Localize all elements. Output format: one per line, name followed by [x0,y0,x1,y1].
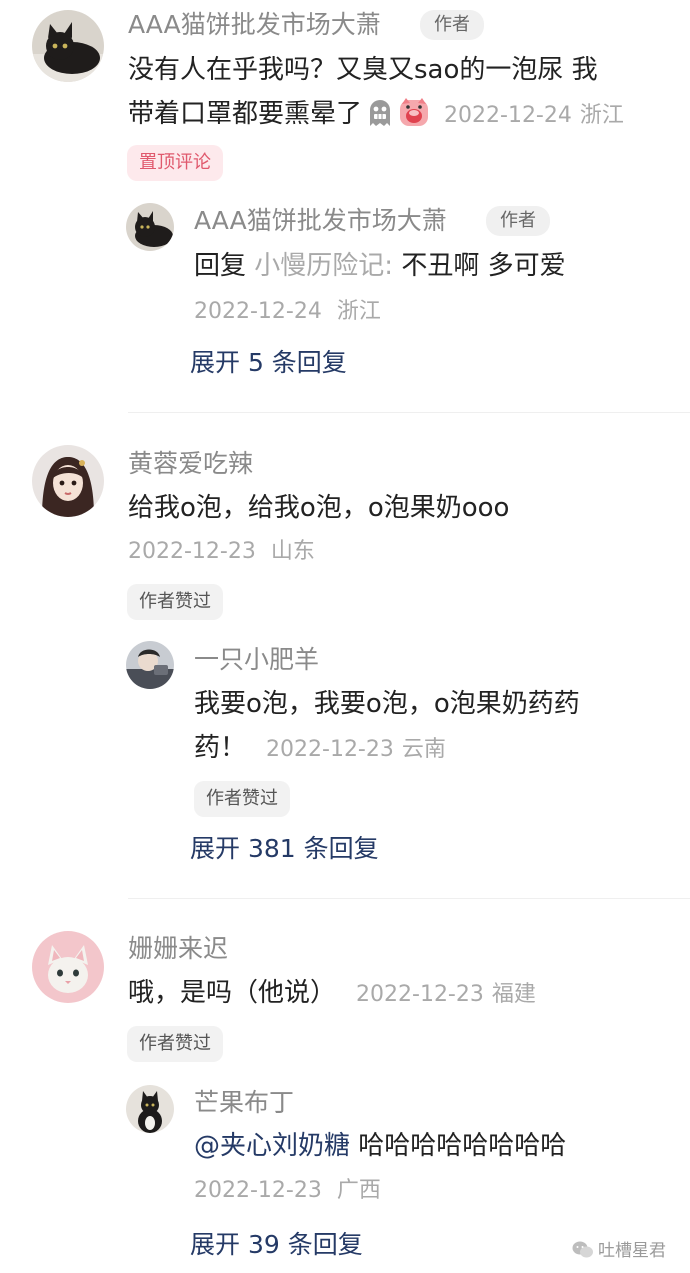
author-tag: 作者 [486,206,550,236]
reply-author-name[interactable]: AAA猫饼批发市场大萧 [194,206,447,236]
reply-time: 2022-12-23 [194,1178,322,1203]
comment-location: 浙江 [579,103,624,128]
reply-text-line: 药！ 2022-12-23 云南 [194,732,446,766]
comment-meta: 2022-12-23 山东 [128,538,315,566]
avatar[interactable] [32,445,104,517]
comment-location: 山东 [270,539,315,564]
expand-replies-button[interactable]: 展开 381 条回复 [190,834,379,864]
author-liked-badge: 作者赞过 [127,584,223,620]
author-tag: 作者 [420,10,484,40]
comment-text-line: 带着口罩都要熏晕了 2022-12-24 浙江 [128,96,624,132]
avatar[interactable] [32,10,104,82]
reply-text-line: 我要o泡，我要o泡，o泡果奶药药 [194,689,580,719]
comment-time: 2022-12-23 [356,982,484,1007]
reply-text: @夹心刘奶糖 哈哈哈哈哈哈哈哈 [194,1130,566,1162]
comment-time: 2022-12-24 [444,103,572,128]
reply-body: 不丑啊 多可爱 [401,251,566,281]
author-liked-badge: 作者赞过 [127,1026,223,1062]
comment-author-name[interactable]: AAA猫饼批发市场大萧 [128,10,381,40]
mention-link[interactable]: @夹心刘奶糖 [194,1131,350,1161]
watermark-text: 吐槽星君 [598,1241,666,1261]
comment-text: 带着口罩都要熏晕了 [128,99,363,129]
comment-location: 福建 [491,982,536,1007]
reply-meta: 2022-12-24 浙江 [194,298,381,326]
author-liked-badge: 作者赞过 [194,781,290,817]
avatar[interactable] [126,641,174,689]
reply-location: 云南 [401,737,446,762]
avatar[interactable] [126,1085,174,1133]
comment-text: 哦，是吗（他说） [128,978,337,1008]
expand-replies-button[interactable]: 展开 5 条回复 [190,348,347,378]
divider [128,898,690,899]
comment-author-name[interactable]: 黄蓉爱吃辣 [128,449,253,479]
avatar[interactable] [32,931,104,1003]
reply-time: 2022-12-24 [194,299,322,324]
reply-location: 浙江 [336,299,381,324]
reply-time: 2022-12-23 [266,737,394,762]
divider [128,412,690,413]
comment-time: 2022-12-23 [128,539,256,564]
avatar[interactable] [126,203,174,251]
grimacing-ghost-emoji [364,96,396,128]
reply-location: 广西 [336,1178,381,1203]
pinned-badge: 置顶评论 [127,145,223,181]
reply-meta: 2022-12-23 广西 [194,1177,381,1205]
comment-text-line: 哦，是吗（他说） 2022-12-23 福建 [128,977,536,1011]
reply-text: 回复 小慢历险记: 不丑啊 多可爱 [194,250,566,282]
expand-replies-button[interactable]: 展开 39 条回复 [190,1230,363,1260]
reply-body: 哈哈哈哈哈哈哈哈 [350,1131,567,1161]
reply-text: 药！ [194,733,247,763]
reply-author-name[interactable]: 芒果布丁 [194,1088,294,1118]
reply-target-user[interactable]: 小慢历险记: [254,251,393,281]
comment-text-line: 没有人在乎我吗？又臭又sao的一泡尿 我 [128,55,598,85]
comment-text: 给我o泡，给我o泡，o泡果奶ooo [128,493,510,523]
comment-author-name[interactable]: 姗姗来迟 [128,934,228,964]
wechat-icon [572,1240,594,1265]
reply-author-name[interactable]: 一只小肥羊 [194,645,319,675]
screaming-pig-emoji [398,96,430,128]
watermark: 吐槽星君 [572,1236,666,1265]
reply-prefix: 回复 [194,251,247,281]
